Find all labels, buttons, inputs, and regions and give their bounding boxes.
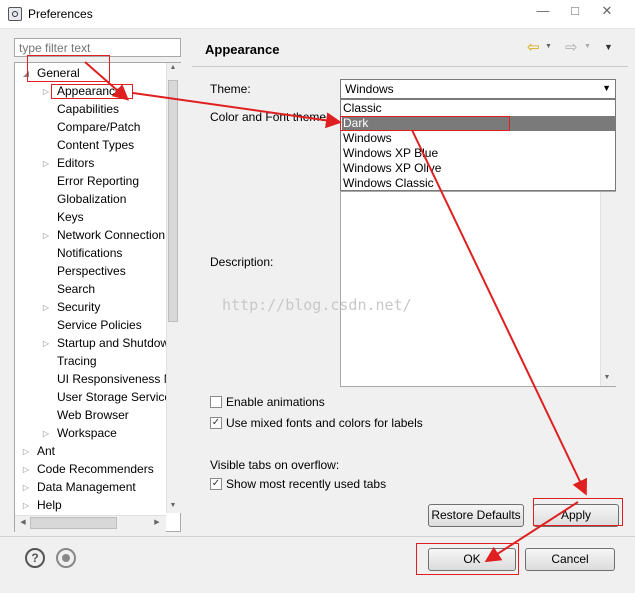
tree-item[interactable]: Help [37, 496, 62, 514]
show-recent-tabs-label: Show most recently used tabs [226, 477, 387, 491]
tree-item[interactable]: Data Management [37, 478, 136, 496]
annotation-box-apply [533, 498, 623, 526]
tree-item[interactable]: Keys [57, 208, 84, 226]
tree-item[interactable]: Perspectives [57, 262, 126, 280]
theme-selected-value: Windows [345, 82, 394, 96]
window-title: Preferences [28, 7, 93, 21]
theme-label: Theme: [210, 82, 251, 96]
tree-item[interactable]: Editors [57, 154, 94, 172]
scroll-up-icon[interactable]: ▲ [166, 64, 180, 71]
tree-item[interactable]: Web Browser [57, 406, 129, 424]
forward-menu-icon[interactable]: ▼ [584, 43, 591, 50]
annotation-box-dark [340, 116, 510, 131]
header-separator [192, 66, 628, 67]
theme-option[interactable]: Windows XP Olive [342, 161, 615, 176]
tree-horizontal-scroll-thumb[interactable] [30, 517, 117, 529]
collapsed-arrow-icon[interactable]: ▷ [41, 231, 51, 240]
title-bar: Preferences — □ ✕ [0, 0, 635, 29]
annotation-box-appearance [51, 84, 133, 99]
tree-item[interactable]: Compare/Patch [57, 118, 140, 136]
tree-item[interactable]: User Storage Service [57, 388, 171, 406]
collapsed-arrow-icon[interactable]: ▷ [41, 87, 51, 96]
restore-defaults-button[interactable]: Restore Defaults [428, 504, 524, 527]
scroll-down-icon[interactable]: ▼ [600, 374, 614, 381]
preferences-app-icon [8, 7, 22, 21]
close-button[interactable]: ✕ [593, 2, 621, 20]
mixed-fonts-label: Use mixed fonts and colors for labels [226, 416, 423, 430]
collapsed-arrow-icon[interactable]: ▷ [21, 465, 31, 474]
annotation-box-ok [416, 543, 519, 575]
theme-dropdown-list[interactable]: Classic Dark Windows Windows XP Blue Windows… [340, 99, 616, 191]
watermark: http://blog.csdn.net/ [222, 296, 412, 314]
tree-item[interactable]: Error Reporting [57, 172, 139, 190]
tree-item[interactable]: UI Responsiveness M [57, 370, 174, 388]
collapsed-arrow-icon[interactable]: ▷ [21, 483, 31, 492]
chevron-down-icon: ▼ [602, 83, 611, 93]
collapsed-arrow-icon[interactable]: ▷ [41, 159, 51, 168]
visible-tabs-label: Visible tabs on overflow: [210, 458, 340, 472]
show-recent-tabs-checkbox[interactable]: ✓ [210, 478, 222, 490]
tree-item[interactable]: Ant [37, 442, 55, 460]
tree-item[interactable]: Startup and Shutdown [57, 334, 176, 352]
back-arrow-icon[interactable]: ⇦ [527, 38, 540, 56]
scroll-down-icon[interactable]: ▼ [166, 502, 180, 509]
tree-item[interactable]: Search [57, 280, 95, 298]
collapsed-arrow-icon[interactable]: ▷ [41, 303, 51, 312]
theme-option[interactable]: Windows Classic [342, 176, 615, 191]
scroll-left-icon[interactable]: ◀ [16, 518, 30, 526]
tree-item[interactable]: Network Connection [57, 226, 165, 244]
tree-item[interactable]: Tracing [57, 352, 97, 370]
tree-item[interactable]: Code Recommenders [37, 460, 154, 478]
collapsed-arrow-icon[interactable]: ▷ [41, 339, 51, 348]
back-menu-icon[interactable]: ▼ [545, 43, 552, 50]
description-scrollbar[interactable] [600, 192, 616, 386]
collapsed-arrow-icon[interactable]: ▷ [21, 501, 31, 510]
record-macro-icon[interactable] [56, 548, 76, 568]
mixed-fonts-checkbox[interactable]: ✓ [210, 417, 222, 429]
description-text-area [340, 191, 616, 387]
preferences-tree[interactable]: ◢ General ▷ Appearance Capabilities Compare/P… [14, 62, 181, 532]
maximize-button[interactable]: □ [561, 2, 589, 20]
theme-option[interactable]: Windows XP Blue [342, 146, 615, 161]
collapsed-arrow-icon[interactable]: ▷ [21, 447, 31, 456]
scroll-right-icon[interactable]: ▶ [150, 518, 164, 526]
description-label: Description: [210, 255, 274, 269]
cancel-button[interactable]: Cancel [525, 548, 615, 571]
tree-item[interactable]: Security [57, 298, 100, 316]
collapsed-arrow-icon[interactable]: ▷ [41, 429, 51, 438]
theme-select[interactable]: Windows ▼ [340, 79, 616, 99]
tree-item[interactable]: Workspace [57, 424, 117, 442]
forward-arrow-icon[interactable]: ⇨ [565, 38, 578, 56]
tree-item[interactable]: Service Policies [57, 316, 142, 334]
page-title: Appearance [205, 42, 280, 57]
help-icon[interactable]: ? [25, 548, 45, 568]
tree-item[interactable]: Notifications [57, 244, 122, 262]
tree-item[interactable]: Globalization [57, 190, 126, 208]
theme-option[interactable]: Windows [342, 131, 615, 146]
view-menu-icon[interactable]: ▼ [604, 42, 613, 52]
tree-vertical-scroll-thumb[interactable] [168, 80, 178, 322]
theme-option[interactable]: Classic [342, 101, 615, 116]
tree-item[interactable]: Capabilities [57, 100, 119, 118]
color-font-theme-label: Color and Font theme: [210, 110, 330, 124]
enable-animations-label: Enable animations [226, 395, 325, 409]
minimize-button[interactable]: — [529, 2, 557, 20]
annotation-box-general [27, 55, 110, 82]
enable-animations-checkbox[interactable] [210, 396, 222, 408]
footer-separator [0, 536, 635, 537]
tree-item[interactable]: Content Types [57, 136, 134, 154]
